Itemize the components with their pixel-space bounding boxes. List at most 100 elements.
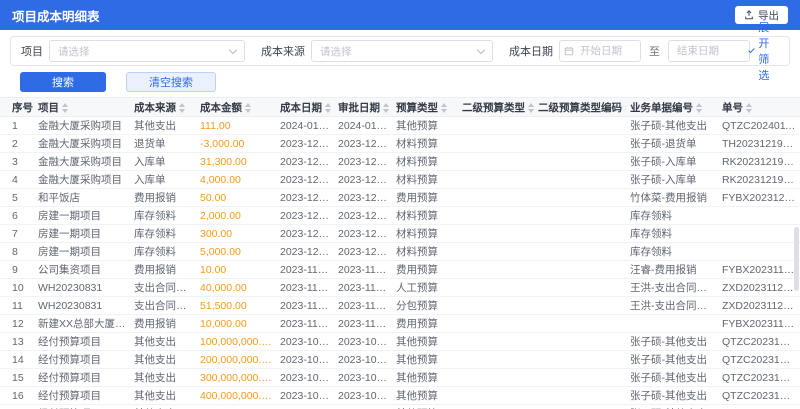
page-title: 项目成本明细表 (12, 9, 100, 24)
cell-budget_type2_code (534, 188, 626, 207)
cell-approve_date: 2023-11-22 (334, 296, 392, 315)
search-button[interactable]: 搜索 (20, 72, 106, 92)
cell-biz_doc_no: 汪睿-费用报销 (626, 260, 718, 279)
sort-carets-icon[interactable] (696, 102, 702, 113)
cell-biz_doc_no: 竹体菜-费用报销 (626, 188, 718, 207)
vertical-scrollbar[interactable] (794, 227, 799, 291)
cell-amount: 100,000,000.00 (196, 332, 276, 351)
column-label: 序号 (12, 101, 33, 114)
cell-index: 11 (0, 296, 34, 315)
cell-amount: 2,000.00 (196, 206, 276, 225)
cell-source: 退货单 (130, 134, 196, 153)
cell-project: 经付预算项目 (34, 350, 130, 369)
cell-budget_type: 其他预算 (392, 404, 458, 409)
project-select[interactable]: 请选择 (49, 40, 245, 62)
column-header-doc_no[interactable]: 单号 (718, 97, 800, 117)
cell-budget_type2_code (534, 404, 626, 409)
cell-doc_no: TH20231219001 (718, 134, 800, 153)
table-row: 1 金融大厦采购项目 其他支出 111.00 2024-01-11 2024-01-11 其… (0, 116, 800, 135)
sort-carets-icon[interactable] (528, 102, 534, 113)
cell-biz_doc_no: 张子硕-其他支出 (626, 350, 718, 369)
cell-index: 12 (0, 314, 34, 333)
cell-project: 金融大厦采购项目 (34, 152, 130, 171)
cell-cost_date: 2023-11-22 (276, 278, 334, 297)
cell-budget_type2_code (534, 332, 626, 351)
cell-cost_date: 2023-11-22 (276, 296, 334, 315)
cell-index: 16 (0, 386, 34, 405)
cell-project: 经付预算项目 (34, 404, 130, 409)
cell-index: 15 (0, 368, 34, 387)
cell-budget_type2_code (534, 116, 626, 135)
cell-budget_type2 (458, 368, 534, 387)
cell-amount: 4,000.00 (196, 170, 276, 189)
cell-approve_date: 2023-12-19 (334, 170, 392, 189)
column-header-amount[interactable]: 成本金额 (196, 97, 276, 117)
cell-source: 支出合同执行 (130, 278, 196, 297)
table-row: 11 WH20230831 支出合同执行 51,500.00 2023-11-22 202… (0, 296, 800, 315)
sort-carets-icon[interactable] (245, 102, 251, 113)
clear-search-button[interactable]: 清空搜索 (126, 72, 216, 92)
sort-carets-icon[interactable] (746, 102, 752, 113)
column-label: 成本日期 (280, 101, 322, 114)
cell-amount: 400,000,000.00 (196, 386, 276, 405)
cell-index: 3 (0, 152, 34, 171)
cell-index: 17 (0, 404, 34, 409)
column-header-budget_type2[interactable]: 二级预算类型 (458, 97, 534, 117)
cell-budget_type2_code (534, 170, 626, 189)
filter-section: 项目 请选择 成本来源 请选择 成本日期 开始日期 至 结束日期 展开筛选 搜索… (0, 22, 800, 97)
cell-budget_type2_code (534, 242, 626, 261)
column-label: 二级预算类型 (462, 101, 525, 114)
cell-approve_date: 2023-12-16 (334, 188, 392, 207)
sort-carets-icon[interactable] (625, 102, 626, 113)
calendar-icon (564, 47, 574, 56)
cell-budget_type2 (458, 152, 534, 171)
table-row: 8 房建一期项目 库存领料 5,000.00 2023-12-11 2023-12-11 材… (0, 242, 800, 261)
sort-carets-icon[interactable] (383, 102, 389, 113)
cell-doc_no: QTZC20231027002 (718, 386, 800, 405)
table-row: 6 房建一期项目 库存领料 2,000.00 2023-12-11 2023-12-11 材… (0, 206, 800, 225)
cell-project: 经付预算项目 (34, 332, 130, 351)
sort-carets-icon[interactable] (179, 102, 185, 113)
cell-index: 2 (0, 134, 34, 153)
cell-approve_date: 2024-01-11 (334, 116, 392, 135)
cell-amount: 40,000.00 (196, 278, 276, 297)
cost-source-select[interactable]: 请选择 (311, 40, 493, 62)
cell-budget_type2_code (534, 152, 626, 171)
cell-budget_type: 费用预算 (392, 260, 458, 279)
cell-project: WH20230831 (34, 296, 130, 315)
column-header-approve_date[interactable]: 审批日期 (334, 97, 392, 117)
expand-filters-link[interactable]: 展开筛选 (748, 19, 779, 83)
cell-doc_no: ZXD20231122002 (718, 278, 800, 297)
cell-cost_date: 2023-12-16 (276, 188, 334, 207)
cell-approve_date: 2023-10-27 (334, 404, 392, 409)
sort-carets-icon[interactable] (325, 102, 331, 113)
cell-cost_date: 2023-11-28 (276, 260, 334, 279)
column-label: 单号 (722, 101, 743, 114)
column-header-budget_type[interactable]: 预算类型 (392, 97, 458, 117)
cell-budget_type2 (458, 296, 534, 315)
column-header-source[interactable]: 成本来源 (130, 97, 196, 117)
cell-budget_type: 材料预算 (392, 170, 458, 189)
sort-carets-icon[interactable] (62, 102, 68, 113)
column-header-cost_date[interactable]: 成本日期 (276, 97, 334, 117)
cell-cost_date: 2023-10-27 (276, 332, 334, 351)
cell-doc_no: QTZC20240111001 (718, 116, 800, 135)
cell-budget_type2 (458, 386, 534, 405)
column-header-project[interactable]: 项目 (34, 97, 130, 117)
cell-budget_type2_code (534, 350, 626, 369)
column-header-biz_doc_no[interactable]: 业务单据编号 (626, 97, 718, 117)
filter-box: 项目 请选择 成本来源 请选择 成本日期 开始日期 至 结束日期 展开筛选 (10, 22, 790, 82)
cell-doc_no: FYBX20231107001 (718, 314, 800, 333)
cell-budget_type: 材料预算 (392, 152, 458, 171)
cell-budget_type: 材料预算 (392, 206, 458, 225)
sort-carets-icon[interactable] (441, 102, 447, 113)
cell-biz_doc_no: 张子硕-其他支出 (626, 368, 718, 387)
cell-doc_no: QTZC20231027002 (718, 350, 800, 369)
table-row: 4 金融大厦采购项目 入库单 4,000.00 2023-12-19 2023-12-19… (0, 170, 800, 189)
cell-source: 支出合同执行 (130, 296, 196, 315)
table-header-row: 序号 项目 成本来源 成本金额 成本日期 审批日期 预算类型 二级预算类型 二级预算类型编码 业务… (0, 97, 800, 117)
end-date-input[interactable] (668, 40, 750, 62)
cell-cost_date: 2023-10-27 (276, 350, 334, 369)
column-header-budget_type2_code[interactable]: 二级预算类型编码 (534, 97, 626, 117)
cell-biz_doc_no: 库存领料 (626, 242, 718, 261)
